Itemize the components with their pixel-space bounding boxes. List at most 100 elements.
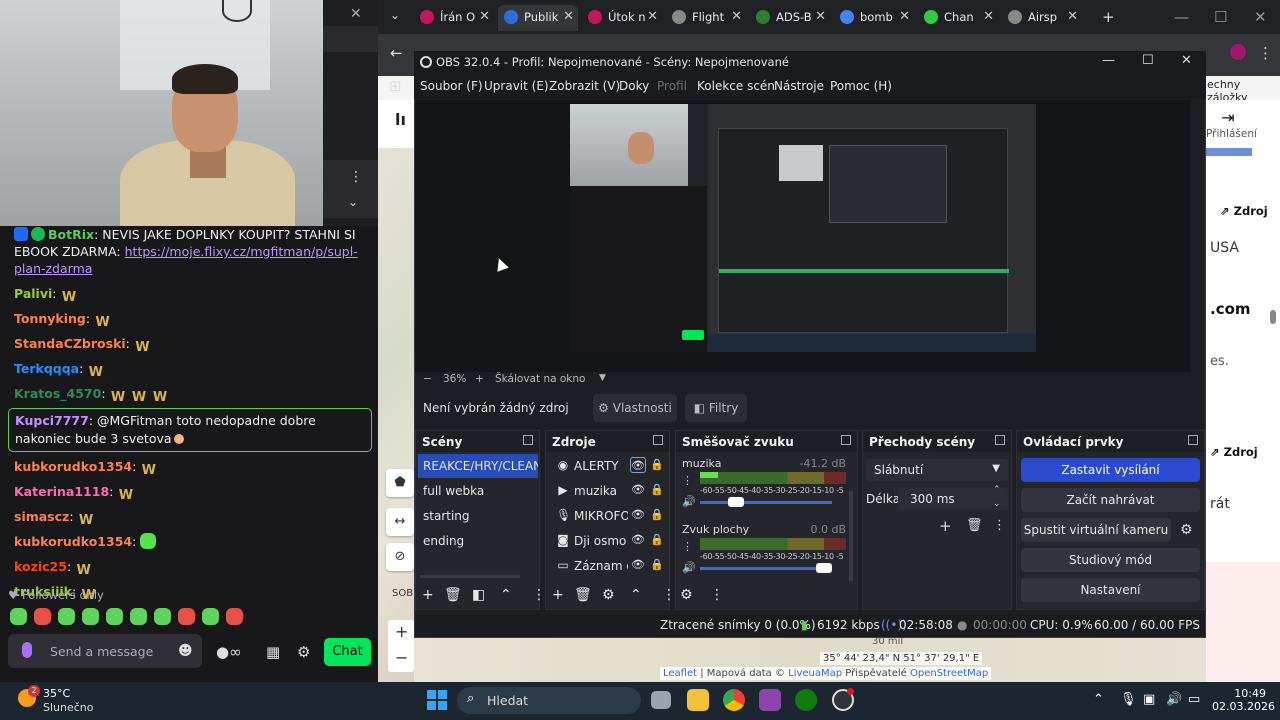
livemap-link[interactable]: LiveuaMap [788, 668, 842, 679]
duration-input[interactable]: 300 ms [898, 488, 1008, 510]
hide-icon[interactable]: ⊘ [386, 543, 414, 571]
trash-icon[interactable]: 🗑 [966, 518, 983, 533]
move-up-icon[interactable]: ⌃ [630, 587, 642, 603]
volume-slider[interactable] [700, 497, 832, 507]
browser-tab[interactable]: Írán O ✕ [414, 5, 494, 31]
volume-slider[interactable] [700, 563, 832, 573]
close-tab-icon[interactable]: ✕ [1067, 5, 1078, 29]
home-icon[interactable]: ⬟ [386, 469, 414, 497]
close-tab-icon[interactable]: ✕ [983, 5, 994, 29]
chat-username[interactable]: StandaCZbroski [14, 336, 126, 351]
slider-knob[interactable] [727, 497, 744, 507]
osm-link[interactable]: OpenStreetMap [910, 668, 988, 679]
menu-item[interactable]: Kolekce scén [697, 79, 775, 93]
control-button[interactable]: Spustit virtuální kameru [1021, 518, 1171, 542]
infinity-icon[interactable]: ●∞ [216, 643, 242, 661]
trash-icon[interactable]: 🗑 [444, 587, 462, 603]
file-explorer-icon[interactable] [687, 689, 709, 711]
menu-item[interactable]: Profil [657, 79, 687, 93]
filters-button[interactable]: ◧ Filtry [685, 394, 747, 422]
chevron-up-icon[interactable]: ⌃ [1093, 692, 1104, 707]
move-up-icon[interactable]: ⌃ [500, 587, 512, 603]
more-icon[interactable]: ⋮ [662, 587, 676, 603]
transition-select[interactable]: Slábnutí ▼ [866, 459, 1008, 481]
close-icon[interactable]: ✕ [350, 6, 362, 22]
lock-icon[interactable]: 🔒 [650, 558, 664, 571]
browser-tab[interactable]: Flight ✕ [666, 5, 746, 31]
browser-tab[interactable]: Airsp ✕ [1002, 5, 1082, 31]
settings-icon[interactable]: ⚙ [602, 587, 615, 603]
zoom-out-icon[interactable]: − [395, 648, 408, 667]
mic-icon[interactable] [22, 642, 32, 658]
scrollbar[interactable] [420, 575, 520, 578]
gift-icon[interactable]: ▦ [266, 643, 280, 661]
close-icon[interactable]: ✕ [1181, 53, 1192, 68]
chrome-icon[interactable] [723, 689, 745, 711]
source-item[interactable]: ◙ Dji osmo pocket👁 🔒 [546, 529, 676, 553]
battery-icon[interactable]: ▭ [1188, 692, 1200, 707]
zoom-in-icon[interactable]: + [395, 622, 408, 641]
leaflet-link[interactable]: Leaflet [663, 668, 697, 679]
settings-icon[interactable]: ⚙ [297, 643, 310, 661]
browser-tab[interactable]: ADS-B ✕ [750, 5, 830, 31]
scrollbar[interactable] [849, 491, 853, 581]
add-icon[interactable]: + [552, 587, 564, 603]
scene-item[interactable]: full webka [418, 479, 538, 503]
close-tab-icon[interactable]: ✕ [563, 5, 574, 29]
profile-icon[interactable] [1230, 44, 1246, 60]
chat-username[interactable]: Katerina1118 [14, 484, 109, 499]
new-tab-icon[interactable]: + [1102, 8, 1115, 26]
chat-input[interactable]: Send a message ☻ [8, 634, 202, 668]
more-icon[interactable]: ⋮ [682, 540, 693, 553]
taskbar-search[interactable]: ⌕ Hledat [457, 687, 641, 714]
emote-picker-icon[interactable]: ☻ [178, 643, 193, 659]
close-tab-icon[interactable]: ✕ [647, 5, 658, 29]
chat-username[interactable]: BotRix [48, 227, 94, 242]
more-options-icon[interactable]: ⋮ [349, 169, 363, 185]
chat-username[interactable]: simascz [14, 509, 69, 524]
menu-item[interactable]: Doky [619, 79, 649, 93]
menu-icon[interactable]: ⋮ [1258, 44, 1273, 62]
login-icon[interactable]: ⇥ [1206, 108, 1250, 127]
source-link[interactable]: ⇗ Zdroj [1220, 204, 1268, 218]
settings-icon[interactable]: ⚙ [680, 587, 693, 603]
chat-username[interactable]: Kratos_4570 [14, 386, 101, 401]
chat-username[interactable]: Tonnyking [14, 311, 86, 326]
visibility-icon[interactable]: 👁 [630, 482, 646, 498]
lock-icon[interactable]: 🔒 [650, 508, 664, 521]
chevron-down-icon[interactable]: ⌄ [348, 195, 358, 209]
task-view-icon[interactable] [651, 691, 671, 709]
temperature[interactable]: 35°C [43, 687, 70, 700]
login-link[interactable]: Přihlášení [1206, 128, 1257, 140]
close-window-icon[interactable]: ✕ [1254, 8, 1267, 26]
undock-icon[interactable] [653, 435, 663, 445]
back-icon[interactable]: ← [390, 44, 403, 62]
source-item[interactable]: 🎙MIKROFON👁 🔒 [546, 504, 676, 528]
lock-icon[interactable]: 🔒 [650, 483, 664, 496]
undock-icon[interactable] [523, 435, 533, 445]
visibility-icon[interactable]: 👁 [630, 457, 646, 473]
close-tab-icon[interactable]: ✕ [731, 5, 742, 29]
measure-icon[interactable]: ↔ [386, 508, 414, 536]
scale-mode-select[interactable]: Škálovat na okno [495, 373, 585, 385]
maximize-icon[interactable]: ☐ [1142, 53, 1154, 68]
chat-username[interactable]: kubkorudko1354 [14, 459, 132, 474]
clock[interactable]: 10:49 02.03.2026 [1212, 687, 1275, 713]
trash-icon[interactable]: 🗑 [574, 587, 592, 603]
app-icon[interactable] [759, 689, 781, 711]
browser-tab[interactable]: Chan ✕ [918, 5, 998, 31]
maximize-icon[interactable]: ☐ [1214, 8, 1227, 26]
lock-icon[interactable]: 🔒 [650, 458, 664, 471]
menu-item[interactable]: Nástroje [774, 79, 824, 93]
source-item[interactable]: ◉ ALERTY 👁 🔒 [546, 454, 676, 478]
obs-titlebar[interactable]: OBS 32.0.4 - Profil: Nepojmenované - Scé… [414, 51, 1206, 73]
weather-condition[interactable]: Slunečno [43, 701, 94, 714]
undock-icon[interactable] [841, 435, 851, 445]
map[interactable] [378, 148, 414, 682]
chat-username[interactable]: Kupci7777 [15, 413, 89, 428]
close-tab-icon[interactable]: ✕ [479, 5, 490, 29]
browser-tab[interactable]: Publik ✕ [498, 5, 578, 31]
close-tab-icon[interactable]: ✕ [815, 5, 826, 29]
more-icon[interactable]: ⋮ [682, 474, 693, 487]
apps-grid-icon[interactable]: ⊞ [389, 77, 402, 95]
